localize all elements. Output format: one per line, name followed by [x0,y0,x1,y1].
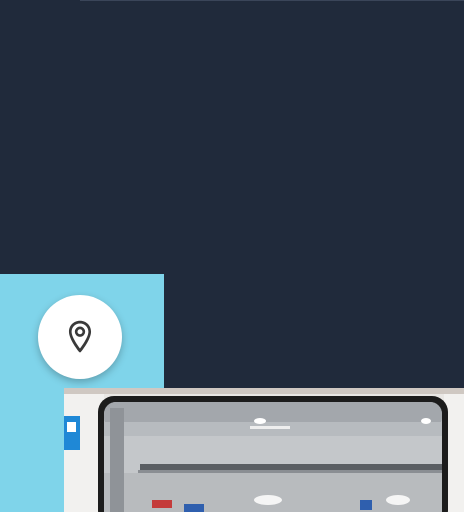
screen [0,0,464,512]
map-pin-icon [68,320,92,353]
subway-photo-image [64,388,464,512]
location-button[interactable] [38,295,122,379]
top-divider [80,0,464,1]
subway-photo [64,388,464,512]
